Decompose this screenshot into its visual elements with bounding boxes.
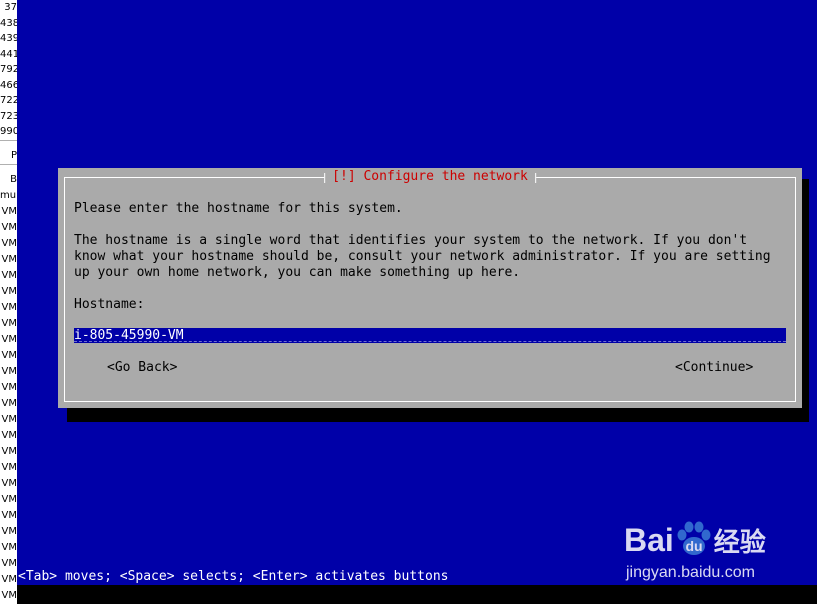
status-bar: <Tab> moves; <Space> selects; <Enter> ac… (18, 569, 449, 584)
strip-line: 439 (0, 33, 17, 44)
strip-line: VM (1, 493, 17, 505)
strip-line: VM (1, 429, 17, 441)
strip-line: P (10, 149, 17, 161)
go-back-button[interactable]: <Go Back> (107, 360, 177, 376)
strip-separator (0, 163, 17, 165)
hostname-input[interactable]: i-805-45990-VM (74, 328, 786, 343)
explanation-line-3: up your own home network, you can make s… (74, 265, 521, 280)
dialog-title: [!] Configure the network (324, 168, 536, 186)
continue-button[interactable]: <Continue> (675, 360, 753, 376)
strip-line: 441 (0, 48, 17, 60)
strip-line: VM (1, 269, 17, 281)
screen-bottom-edge (17, 585, 817, 604)
background-window-strip: 37 438 439 441 792 466 722 723 990 PBmur VM VM VM VM V… (0, 0, 18, 604)
explanation-line-2: know what your hostname should be, consu… (74, 249, 771, 264)
strip-line: 37 (4, 2, 17, 13)
installer-screen: [!] Configure the network Please enter t… (17, 0, 811, 585)
dialog-title-text: [!] Configure the network (332, 169, 528, 184)
strip-line: VM (1, 317, 17, 329)
title-bracket-left (324, 173, 326, 183)
strip-line: VM (1, 285, 17, 297)
strip-line: B (10, 173, 17, 185)
strip-line: VM (1, 461, 17, 473)
strip-line: 722 (0, 95, 17, 106)
strip-line: VM (1, 397, 17, 409)
intro-text: Please enter the hostname for this syste… (74, 201, 403, 216)
strip-line: 438 (0, 17, 17, 29)
strip-line: 990 (0, 126, 17, 137)
strip-line: VM (1, 237, 17, 249)
strip-line: mur (0, 189, 17, 201)
hostname-value: i-805-45990-VM (74, 328, 184, 343)
strip-line: VM (1, 349, 17, 361)
strip-line: VM (1, 365, 17, 377)
strip-line: VM (1, 541, 17, 553)
title-bracket-right (534, 173, 536, 183)
strip-line: VM (1, 445, 17, 457)
strip-line: VM (1, 301, 17, 313)
strip-line: 723 (0, 110, 17, 122)
strip-line: VM (1, 221, 17, 233)
explanation-line-1: The hostname is a single word that ident… (74, 233, 748, 248)
hostname-label: Hostname: (74, 297, 145, 312)
strip-line: VM (1, 557, 17, 569)
strip-line: VM (1, 381, 17, 393)
strip-line: VM (1, 509, 17, 521)
configure-network-dialog: [!] Configure the network Please enter t… (58, 168, 802, 408)
strip-line: VM (1, 525, 17, 537)
screen-right-edge (809, 0, 817, 604)
strip-line: VM (1, 413, 17, 425)
strip-line: VM (1, 253, 17, 265)
strip-line: VM (1, 477, 17, 489)
strip-line: VM (1, 205, 17, 217)
strip-separator (0, 139, 17, 141)
strip-line: 792 (0, 64, 17, 75)
strip-line: VM (1, 589, 17, 601)
strip-line: 466 (0, 79, 17, 91)
strip-line: VM (1, 333, 17, 345)
strip-line: VM (1, 573, 17, 585)
